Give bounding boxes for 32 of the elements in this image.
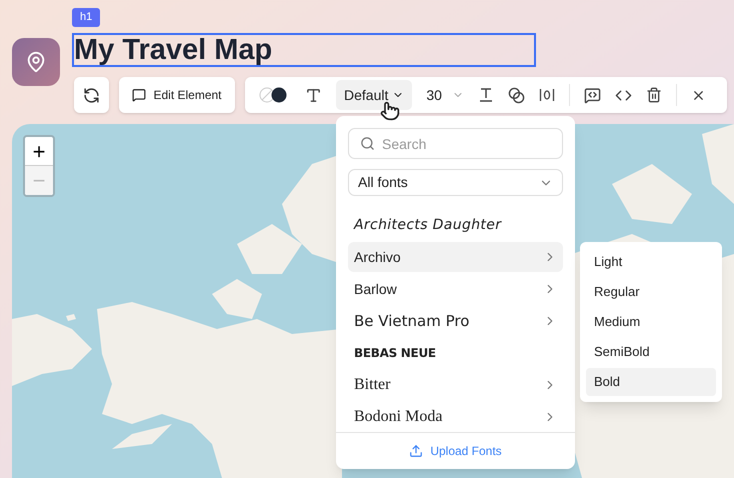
font-size-dropdown[interactable]: 30 <box>426 84 464 106</box>
weight-option[interactable]: Light <box>586 248 716 276</box>
font-option[interactable]: Be Vietnam Pro <box>348 306 563 336</box>
font-option[interactable]: Architects Daughter <box>348 210 563 240</box>
font-option[interactable]: Barlow <box>348 274 563 304</box>
text-underline-icon[interactable] <box>478 87 494 103</box>
app-logo-icon <box>12 38 60 86</box>
weight-option[interactable]: Regular <box>586 278 716 306</box>
font-option[interactable]: BEBAS NEUE <box>348 338 563 368</box>
font-filter-select[interactable]: All fonts <box>348 169 563 196</box>
search-field[interactable]: Search <box>348 128 563 159</box>
font-option[interactable]: Archivo <box>348 242 563 272</box>
upload-icon <box>409 444 424 458</box>
weight-option[interactable]: Bold <box>586 368 716 396</box>
regenerate-button[interactable] <box>74 77 109 113</box>
font-dropdown[interactable]: Default <box>336 80 412 110</box>
delete-icon[interactable] <box>646 87 662 103</box>
search-icon <box>360 136 375 151</box>
speech-bubble-icon <box>132 88 146 102</box>
weight-option[interactable]: SemiBold <box>586 338 716 366</box>
edit-element-button[interactable]: Edit Element <box>119 77 235 113</box>
weight-option[interactable]: Medium <box>586 308 716 336</box>
refresh-icon <box>83 86 100 104</box>
overlapping-circles-icon[interactable] <box>508 86 525 104</box>
comment-code-icon[interactable] <box>584 86 601 104</box>
font-option[interactable]: Bitter <box>348 370 563 400</box>
font-option[interactable]: Bodoni Moda <box>348 402 563 432</box>
page-title: My Travel Map <box>72 33 536 67</box>
text-style-icon[interactable] <box>305 86 322 104</box>
upload-fonts-link[interactable]: Upload Fonts <box>336 432 575 469</box>
element-tag: h1 <box>72 8 100 27</box>
spacing-icon[interactable] <box>538 87 555 103</box>
